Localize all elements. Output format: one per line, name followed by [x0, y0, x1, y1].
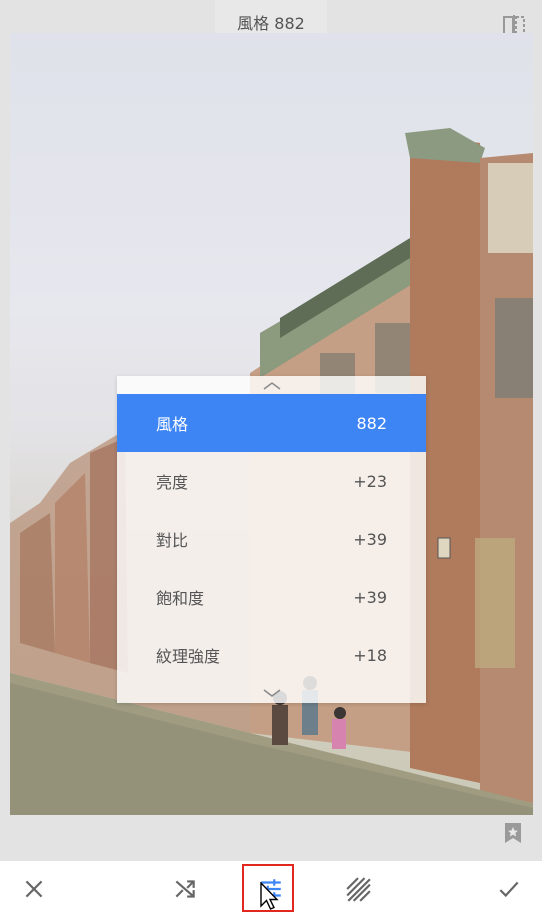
adjustment-label: 飽和度 [156, 589, 205, 608]
adjustment-label: 亮度 [156, 473, 189, 492]
diagonal-lines-icon [346, 877, 371, 902]
adjustment-value: +18 [353, 645, 387, 665]
shuffle-button[interactable] [157, 861, 213, 917]
adjustment-row-saturation[interactable]: 飽和度 +39 [117, 568, 426, 626]
cancel-button[interactable] [6, 861, 62, 917]
adjustment-value: +39 [353, 587, 387, 607]
texture-style-button[interactable] [330, 861, 386, 917]
adjustment-row-style[interactable]: 風格 882 [117, 394, 426, 452]
adjustment-value: +39 [353, 529, 387, 549]
shuffle-icon [175, 880, 195, 898]
chevron-down-icon[interactable] [262, 688, 282, 698]
apply-button[interactable] [481, 861, 537, 917]
adjustment-label: 紋理強度 [156, 647, 221, 666]
check-icon [499, 881, 519, 898]
close-icon [25, 880, 43, 898]
adjustment-value: 882 [356, 413, 387, 433]
adjustment-value: +23 [353, 471, 387, 491]
bookmark-star-icon[interactable] [503, 822, 523, 844]
adjustment-label: 風格 [156, 415, 189, 434]
adjustment-row-contrast[interactable]: 對比 +39 [117, 510, 426, 568]
adjustment-row-texture-strength[interactable]: 紋理強度 +18 [117, 626, 426, 684]
mouse-cursor-icon [259, 881, 279, 912]
chevron-up-icon[interactable] [262, 381, 282, 391]
adjustment-label: 對比 [156, 531, 189, 550]
adjustment-row-brightness[interactable]: 亮度 +23 [117, 452, 426, 510]
adjustment-list-panel: 風格 882 亮度 +23 對比 +39 飽和度 +39 紋理強度 +18 [117, 376, 426, 703]
page-title: 風格 882 [237, 14, 305, 33]
